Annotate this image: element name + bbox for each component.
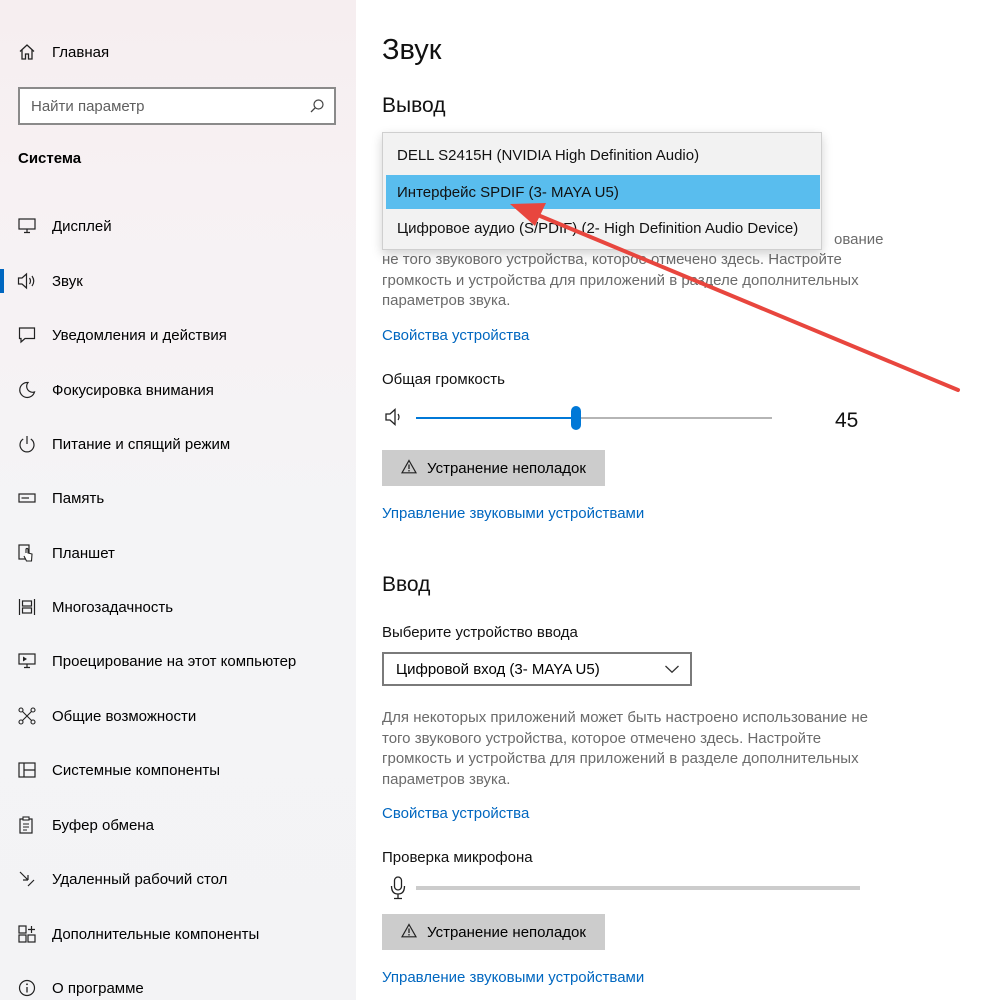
input-device-selected: Цифровой вход (3- MAYA U5) (396, 660, 600, 678)
moon-icon (17, 380, 37, 400)
sidebar-section-title: Система (18, 150, 82, 167)
input-troubleshoot-button[interactable]: Устранение неполадок (382, 914, 605, 950)
input-manage-devices-link[interactable]: Управление звуковыми устройствами (382, 969, 644, 986)
notification-icon (17, 325, 37, 345)
dropdown-option[interactable]: DELL S2415H (NVIDIA High Definition Audi… (386, 138, 820, 172)
warning-icon (401, 922, 418, 942)
tablet-icon (17, 543, 37, 563)
speaker-volume-icon (384, 407, 406, 432)
sidebar-item-label: Буфер обмена (52, 816, 154, 834)
sidebar-item-10[interactable]: Общие возможности (0, 696, 356, 736)
input-device-select[interactable]: Цифровой вход (3- MAYA U5) (382, 652, 692, 686)
remote-desktop-icon (17, 869, 37, 889)
output-heading: Вывод (382, 94, 446, 117)
input-troubleshoot-label: Устранение неполадок (427, 923, 586, 941)
volume-slider-thumb[interactable] (571, 406, 581, 430)
sidebar-item-label: Общие возможности (52, 707, 197, 725)
sidebar-item-8[interactable]: Многозадачность (0, 587, 356, 627)
optional-features-icon (17, 924, 37, 944)
output-troubleshoot-button[interactable]: Устранение неполадок (382, 450, 605, 486)
search-icon[interactable] (300, 98, 334, 114)
input-device-label: Выберите устройство ввода (382, 624, 578, 641)
output-helper-text: не того звукового устройства, которое от… (382, 251, 859, 309)
sidebar-item-12[interactable]: Буфер обмена (0, 805, 356, 845)
sidebar-item-9[interactable]: Проецирование на этот компьютер (0, 641, 356, 681)
sidebar-item-label: Проецирование на этот компьютер (52, 652, 297, 670)
info-icon (17, 978, 37, 998)
output-device-dropdown[interactable]: DELL S2415H (NVIDIA High Definition Audi… (382, 132, 822, 250)
multitasking-icon (17, 597, 37, 617)
clipboard-icon (17, 815, 37, 835)
home-nav-item[interactable]: Главная (18, 43, 109, 61)
home-icon (18, 43, 36, 61)
output-troubleshoot-label: Устранение неполадок (427, 459, 586, 477)
sidebar-item-label: Дисплей (52, 217, 112, 235)
sidebar-item-label: Системные компоненты (52, 761, 221, 779)
sidebar-item-label: Память (52, 489, 105, 507)
sidebar-item-label: Питание и спящий режим (52, 435, 231, 453)
sidebar-item-1[interactable]: Дисплей (0, 206, 356, 246)
input-helper-text: Для некоторых приложений может быть наст… (382, 709, 868, 788)
sidebar-item-13[interactable]: Удаленный рабочий стол (0, 859, 356, 899)
volume-slider[interactable] (416, 405, 772, 431)
mic-level-bar (416, 886, 860, 890)
sidebar-item-4[interactable]: Фокусировка внимания (0, 370, 356, 410)
sidebar-item-label: Звук (52, 272, 83, 290)
chevron-down-icon (664, 661, 680, 678)
sidebar-item-label: Уведомления и действия (52, 326, 227, 344)
mic-test-label: Проверка микрофона (382, 849, 533, 866)
output-manage-devices-link[interactable]: Управление звуковыми устройствами (382, 505, 644, 522)
output-device-properties-link[interactable]: Свойства устройства (382, 327, 529, 344)
projecting-icon (17, 651, 37, 671)
sidebar-item-6[interactable]: Память (0, 478, 356, 518)
sidebar-item-11[interactable]: Системные компоненты (0, 750, 356, 790)
input-device-properties-link[interactable]: Свойства устройства (382, 805, 529, 822)
sidebar-item-label: Фокусировка внимания (52, 381, 214, 399)
input-heading: Ввод (382, 573, 431, 596)
sidebar-item-label: Многозадачность (52, 598, 174, 616)
speaker-icon (17, 271, 37, 291)
volume-value: 45 (835, 409, 859, 432)
sidebar-item-15[interactable]: О программе (0, 968, 356, 1008)
sidebar-item-14[interactable]: Дополнительные компоненты (0, 914, 356, 954)
sidebar-item-2[interactable]: Звук (0, 261, 356, 301)
page-title: Звук (382, 34, 442, 66)
output-helper-tail: ование (834, 231, 884, 248)
volume-slider-fill (416, 417, 576, 419)
sidebar-item-7[interactable]: Планшет (0, 533, 356, 573)
sidebar-item-5[interactable]: Питание и спящий режим (0, 424, 356, 464)
dropdown-option-selected[interactable]: Интерфейс SPDIF (3- MAYA U5) (386, 175, 820, 209)
microphone-icon (389, 876, 407, 905)
sidebar: Главная Система Дисплей Звук Уведомления и… (0, 0, 356, 1000)
sidebar-item-label: Удаленный рабочий стол (52, 870, 228, 888)
sidebar-item-label: О программе (52, 979, 144, 997)
system-components-icon (17, 760, 37, 780)
power-icon (17, 434, 37, 454)
sidebar-item-3[interactable]: Уведомления и действия (0, 315, 356, 355)
shared-experiences-icon (17, 706, 37, 726)
search-box[interactable] (18, 87, 336, 125)
dropdown-option[interactable]: Цифровое аудио (S/PDIF) (2- High Definit… (386, 211, 820, 245)
monitor-icon (17, 216, 37, 236)
volume-label: Общая громкость (382, 371, 505, 388)
sidebar-item-label: Дополнительные компоненты (52, 925, 260, 943)
search-input[interactable] (20, 89, 300, 123)
warning-icon (401, 458, 418, 478)
home-label: Главная (52, 43, 110, 61)
sidebar-item-label: Планшет (52, 544, 115, 562)
storage-icon (17, 488, 37, 508)
